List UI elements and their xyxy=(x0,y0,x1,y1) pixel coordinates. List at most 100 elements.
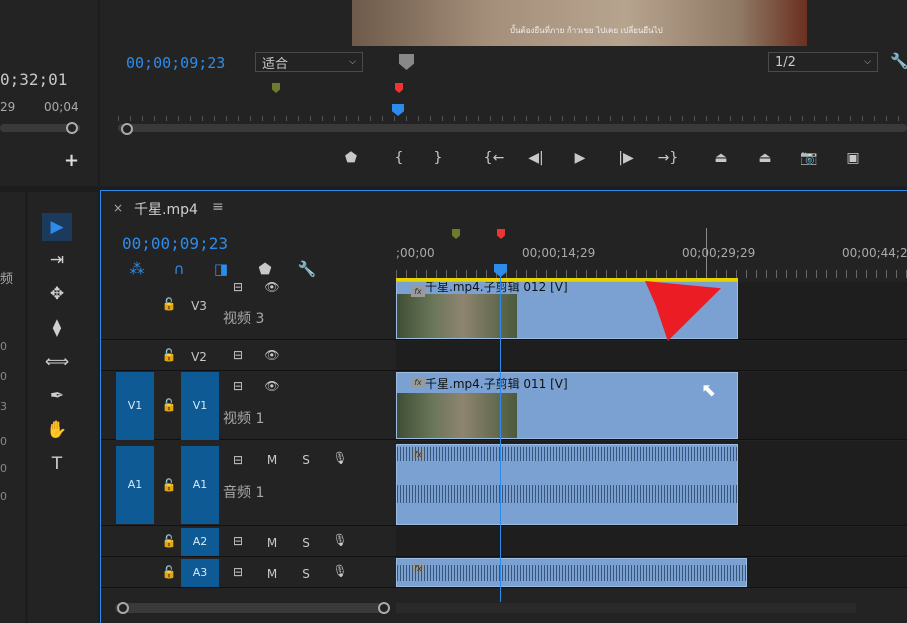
mute-button[interactable]: M xyxy=(262,453,282,467)
selection-tool-icon[interactable]: ▶ xyxy=(42,213,72,241)
pen-tool-icon[interactable]: ✒ xyxy=(42,382,72,410)
solo-button[interactable]: S xyxy=(296,536,316,550)
close-icon[interactable]: × xyxy=(113,201,123,215)
panel-menu-icon[interactable]: ≡ xyxy=(212,199,224,215)
extract-button[interactable]: ⏏ xyxy=(752,150,778,166)
sync-lock-icon[interactable]: ⊟ xyxy=(228,280,248,294)
lock-icon[interactable]: 🔓 xyxy=(159,297,179,311)
track-target-a3[interactable]: A3 xyxy=(181,559,219,587)
source-patch-v1[interactable]: V1 xyxy=(116,372,154,440)
zoom-fit-dropdown[interactable]: 适合 ⌵ xyxy=(255,52,363,72)
sync-lock-icon[interactable]: ⊟ xyxy=(228,348,248,362)
playhead-timecode[interactable]: 00;00;09;23 xyxy=(126,54,225,72)
sync-lock-icon[interactable]: ⊟ xyxy=(228,453,248,467)
comparison-view-button[interactable]: ▣ xyxy=(840,150,866,166)
nest-icon[interactable]: ⁂ xyxy=(126,260,148,278)
zoom-fit-value: 适合 xyxy=(262,56,289,72)
track-select-tool-icon[interactable]: ⇥ xyxy=(42,246,72,274)
track-v2[interactable] xyxy=(396,341,907,371)
eye-icon[interactable]: 👁 xyxy=(262,348,282,362)
video-preview xyxy=(352,0,807,46)
track-a2[interactable] xyxy=(396,527,907,557)
eye-icon[interactable]: 👁 xyxy=(262,379,282,393)
type-tool-icon[interactable]: T xyxy=(42,450,72,478)
clip-thumbnail xyxy=(397,294,517,338)
track-name-v3: 视频 3 xyxy=(223,311,265,327)
track-header-v2[interactable] xyxy=(101,341,396,371)
track-target-v1[interactable]: V1 xyxy=(181,372,219,440)
source-scroll-handle[interactable] xyxy=(66,122,78,134)
ruler-label: ;00;00 xyxy=(396,246,435,260)
source-patch-a1[interactable]: A1 xyxy=(116,446,154,524)
add-marker-button[interactable]: ⬟ xyxy=(338,150,364,166)
monitor-time-ruler[interactable] xyxy=(118,100,907,122)
ruler-ticks xyxy=(396,270,907,278)
lock-icon[interactable]: 🔓 xyxy=(159,348,179,362)
mark-in-button[interactable]: { xyxy=(386,150,412,166)
mouse-cursor-icon: ⬉ xyxy=(701,380,717,401)
scroll-handle-left[interactable] xyxy=(117,602,129,614)
lock-icon[interactable]: 🔓 xyxy=(159,534,179,548)
export-frame-button[interactable]: 📷 xyxy=(796,150,822,166)
clip-label: 千星.mp4.子剪辑 012 [V] xyxy=(425,281,568,294)
add-button[interactable]: + xyxy=(64,150,79,171)
bin-value: 0 xyxy=(0,340,7,353)
lock-icon[interactable]: 🔓 xyxy=(159,478,179,492)
track-target-a1[interactable]: A1 xyxy=(181,446,219,524)
slip-tool-icon[interactable]: ⟺ xyxy=(42,348,72,376)
eye-icon[interactable]: 👁 xyxy=(262,280,282,294)
go-to-out-button[interactable]: →} xyxy=(655,150,681,166)
ripple-edit-tool-icon[interactable]: ✥ xyxy=(42,280,72,308)
snap-icon[interactable]: ∩ xyxy=(168,260,190,278)
track-label-v2[interactable]: V2 xyxy=(189,350,209,364)
monitor-scroll-handle[interactable] xyxy=(121,123,133,135)
playback-resolution-value: 1/2 xyxy=(775,54,796,70)
timeline-scroll-track[interactable] xyxy=(396,603,856,613)
audio-clip-a1[interactable]: fx xyxy=(396,444,738,525)
lock-icon[interactable]: 🔓 xyxy=(159,398,179,412)
solo-button[interactable]: S xyxy=(296,453,316,467)
playhead-line xyxy=(500,276,501,602)
audio-clip-a3[interactable]: fx xyxy=(396,558,747,587)
sync-lock-icon[interactable]: ⊟ xyxy=(228,534,248,548)
microphone-icon[interactable]: 🎙 xyxy=(330,533,350,547)
razor-tool-icon[interactable]: ⧫ xyxy=(42,314,72,342)
settings-wrench-icon[interactable]: 🔧 xyxy=(296,260,318,278)
timeline-timecode[interactable]: 00;00;09;23 xyxy=(122,234,228,253)
scroll-handle-right[interactable] xyxy=(378,602,390,614)
audio-waveform xyxy=(397,447,737,461)
monitor-zoom-scrollbar[interactable] xyxy=(118,124,907,132)
go-to-in-button[interactable]: {← xyxy=(481,150,507,166)
source-time-b: 00;04 xyxy=(44,100,79,114)
track-name-a1: 音频 1 xyxy=(223,485,265,501)
lift-button[interactable]: ⏏ xyxy=(708,150,734,166)
playback-resolution-dropdown[interactable]: 1/2 ⌵ xyxy=(768,52,878,72)
step-back-button[interactable]: ◀| xyxy=(523,150,549,166)
play-button[interactable]: ▶ xyxy=(567,150,593,166)
mute-button[interactable]: M xyxy=(262,536,282,550)
sync-lock-icon[interactable]: ⊟ xyxy=(228,379,248,393)
track-target-a2[interactable]: A2 xyxy=(181,528,219,556)
step-forward-button[interactable]: |▶ xyxy=(613,150,639,166)
video-subtitle: บั้นต้องยืนที่ภาย ก้าวเขย ไปเคย เปลี่ยนย… xyxy=(510,26,663,35)
linked-selection-icon[interactable]: ◨ xyxy=(210,260,232,278)
sync-lock-icon[interactable]: ⊟ xyxy=(228,565,248,579)
hand-tool-icon[interactable]: ✋ xyxy=(42,416,72,444)
track-label-v3[interactable]: V3 xyxy=(189,299,209,313)
microphone-icon[interactable]: 🎙 xyxy=(330,451,350,465)
track-header-a2[interactable] xyxy=(101,527,396,557)
mute-button[interactable]: M xyxy=(262,567,282,581)
solo-button[interactable]: S xyxy=(296,567,316,581)
microphone-icon[interactable]: 🎙 xyxy=(330,564,350,578)
lock-icon[interactable]: 🔓 xyxy=(159,565,179,579)
add-marker-icon[interactable]: ⬟ xyxy=(254,260,276,278)
video-clip-v1[interactable]: fx 千星.mp4.子剪辑 011 [V] xyxy=(396,372,738,439)
settings-wrench-icon[interactable]: 🔧 xyxy=(890,52,907,70)
fx-badge: fx xyxy=(411,286,425,297)
fx-badge: fx xyxy=(411,377,425,388)
timeline-zoom-scrollbar[interactable] xyxy=(115,603,390,613)
sequence-tab[interactable]: 千星.mp4 xyxy=(134,199,198,219)
mark-out-button[interactable]: } xyxy=(425,150,451,166)
track-header-a3[interactable] xyxy=(101,558,396,588)
ruler-label: 00;00;14;29 xyxy=(522,246,596,260)
